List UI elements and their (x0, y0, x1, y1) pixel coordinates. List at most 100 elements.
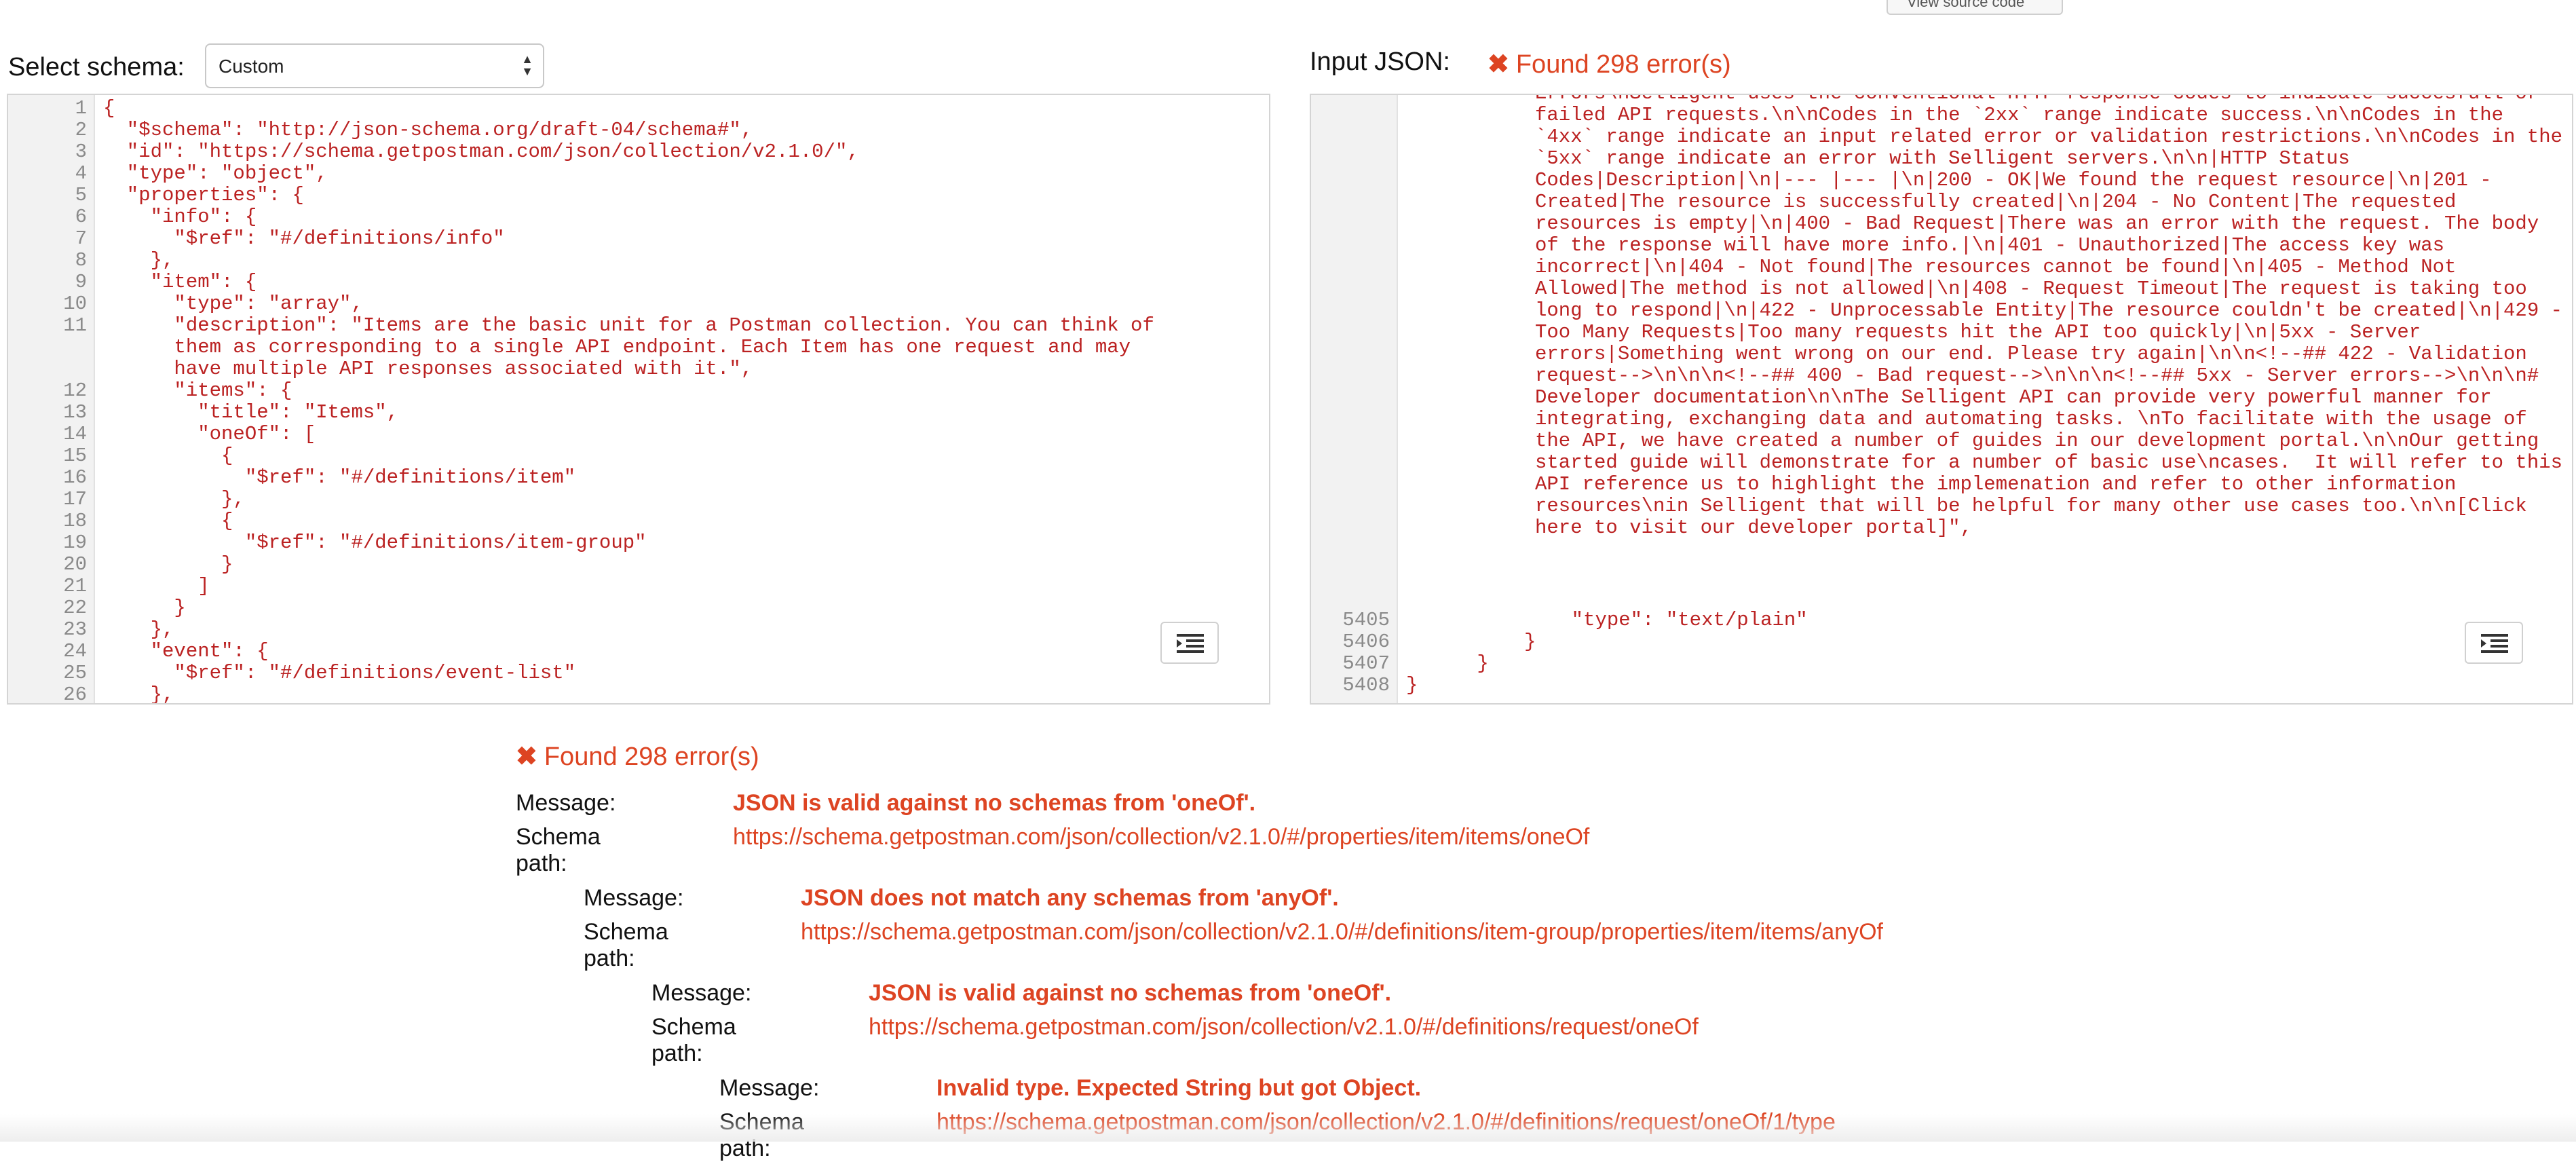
code-line: 22 } (8, 597, 1269, 619)
code-line: 15 { (8, 445, 1269, 467)
line-number: 24 (63, 640, 87, 662)
code-text: "type": "array", (103, 293, 363, 315)
line-number: 2 (75, 119, 87, 141)
format-input-button[interactable] (2465, 622, 2523, 664)
input-json-editor[interactable]: Errors\nSelligent uses the conventional … (1310, 94, 2573, 705)
error-schema-path: https://schema.getpostman.com/json/colle… (801, 919, 1883, 945)
code-text: "oneOf": [ (103, 423, 316, 445)
line-number: 23 (63, 618, 87, 641)
line-number: 16 (63, 466, 87, 489)
schema-path-label: Schema path: (651, 1014, 736, 1066)
code-line: 20 } (8, 554, 1269, 576)
code-text: "info": { (103, 206, 257, 228)
code-text: } (1406, 674, 1418, 696)
line-number: 10 (63, 293, 87, 315)
error-message: JSON is valid against no schemas from 'o… (869, 980, 1392, 1006)
code-text: "event": { (103, 640, 269, 662)
code-text: { (103, 510, 233, 532)
code-line: 3 "id": "https://schema.getpostman.com/j… (8, 141, 1269, 163)
code-line: 4 "type": "object", (8, 163, 1269, 185)
code-text: "type": "object", (103, 162, 328, 185)
bottom-fade (0, 1114, 2576, 1142)
code-text: }, (103, 488, 245, 510)
code-line: 19 "$ref": "#/definitions/item-group" (8, 532, 1269, 554)
format-schema-button[interactable] (1160, 622, 1219, 664)
code-text: "type": "text/plain" (1406, 609, 1808, 631)
code-text: }, (103, 683, 174, 705)
schema-editor[interactable]: 1{2 "$schema": "http://json-schema.org/d… (7, 94, 1270, 705)
code-text: "$ref": "#/definitions/item-group" (103, 531, 647, 554)
line-number: 5405 (1342, 609, 1390, 631)
code-line: 23 }, (8, 619, 1269, 641)
message-label: Message: (719, 1075, 820, 1101)
code-line: 13 "title": "Items", (8, 402, 1269, 424)
message-label: Message: (516, 790, 616, 816)
code-line: 21 ] (8, 576, 1269, 597)
code-text: "items": { (103, 379, 292, 402)
code-line: 5405 "type": "text/plain" (1311, 610, 2572, 631)
code-line: 14 "oneOf": [ (8, 424, 1269, 445)
schema-editor-lines: 1{2 "$schema": "http://json-schema.org/d… (8, 98, 1269, 705)
code-text: "$ref": "#/definitions/info" (103, 227, 505, 250)
code-line: 12 "items": { (8, 380, 1269, 402)
error-message: JSON is valid against no schemas from 'o… (733, 790, 1256, 816)
line-number: 9 (75, 271, 87, 293)
results-summary-text: Found 298 error(s) (544, 743, 759, 771)
code-line: 6 "info": { (8, 206, 1269, 228)
line-number: 12 (63, 379, 87, 402)
input-error-status: ✖ Found 298 error(s) (1488, 49, 1731, 79)
line-number: 25 (63, 662, 87, 684)
line-number: 8 (75, 249, 87, 271)
code-text: "title": "Items", (103, 401, 399, 424)
code-line: 10 "type": "array", (8, 293, 1269, 315)
code-text: } (1406, 631, 1536, 653)
code-line: 11 "description": "Items are the basic u… (8, 315, 1269, 337)
code-text: }, (103, 618, 174, 641)
code-line: 17 }, (8, 489, 1269, 510)
line-number: 26 (63, 683, 87, 705)
code-line: 8 }, (8, 250, 1269, 271)
input-json-label: Input JSON: (1310, 48, 1450, 76)
line-number: 21 (63, 575, 87, 597)
indent-lines-icon (1177, 634, 1204, 653)
code-line: 24 "event": { (8, 641, 1269, 662)
error-schema-path: https://schema.getpostman.com/json/colle… (869, 1014, 1699, 1040)
line-number: 5407 (1342, 652, 1390, 675)
code-text: ] (103, 575, 210, 597)
error-message: Invalid type. Expected String but got Ob… (936, 1075, 1422, 1101)
code-text: } (103, 553, 233, 576)
code-text: "$schema": "http://json-schema.org/draft… (103, 119, 753, 141)
line-number: 6 (75, 206, 87, 228)
code-text: } (1406, 652, 1489, 675)
code-text: "properties": { (103, 184, 304, 206)
code-text: "$ref": "#/definitions/item" (103, 466, 576, 489)
code-text: { (103, 97, 115, 119)
code-text: { (103, 445, 233, 467)
code-line: 1{ (8, 98, 1269, 119)
line-number: 5 (75, 184, 87, 206)
line-number: 13 (63, 401, 87, 424)
code-line: 2 "$schema": "http://json-schema.org/dra… (8, 119, 1269, 141)
code-line: 25 "$ref": "#/definitions/event-list" (8, 662, 1269, 684)
code-line: 5 "properties": { (8, 185, 1269, 206)
schema-path-label: Schema path: (516, 824, 601, 876)
view-source-button[interactable]: View source code (1887, 0, 2063, 15)
view-source-label: View source code (1907, 0, 2025, 10)
schema-select-value: Custom (219, 56, 284, 77)
schema-path-label: Schema path: (584, 919, 668, 971)
line-number: 18 (63, 510, 87, 532)
line-number: 5408 (1342, 674, 1390, 696)
schema-select[interactable]: Custom ▲ ▼ (205, 43, 544, 88)
line-number: 22 (63, 597, 87, 619)
message-label: Message: (651, 980, 752, 1006)
line-number: 17 (63, 488, 87, 510)
line-number: 5406 (1342, 631, 1390, 653)
code-line: them as corresponding to a single API en… (8, 337, 1269, 358)
select-schema-label: Select schema: (8, 53, 185, 81)
x-icon: ✖ (1488, 50, 1509, 79)
line-number: 4 (75, 162, 87, 185)
line-number: 14 (63, 423, 87, 445)
code-line: 5408} (1311, 675, 2572, 696)
select-arrows-icon: ▲ ▼ (521, 52, 533, 78)
code-line: 26 }, (8, 683, 1269, 705)
